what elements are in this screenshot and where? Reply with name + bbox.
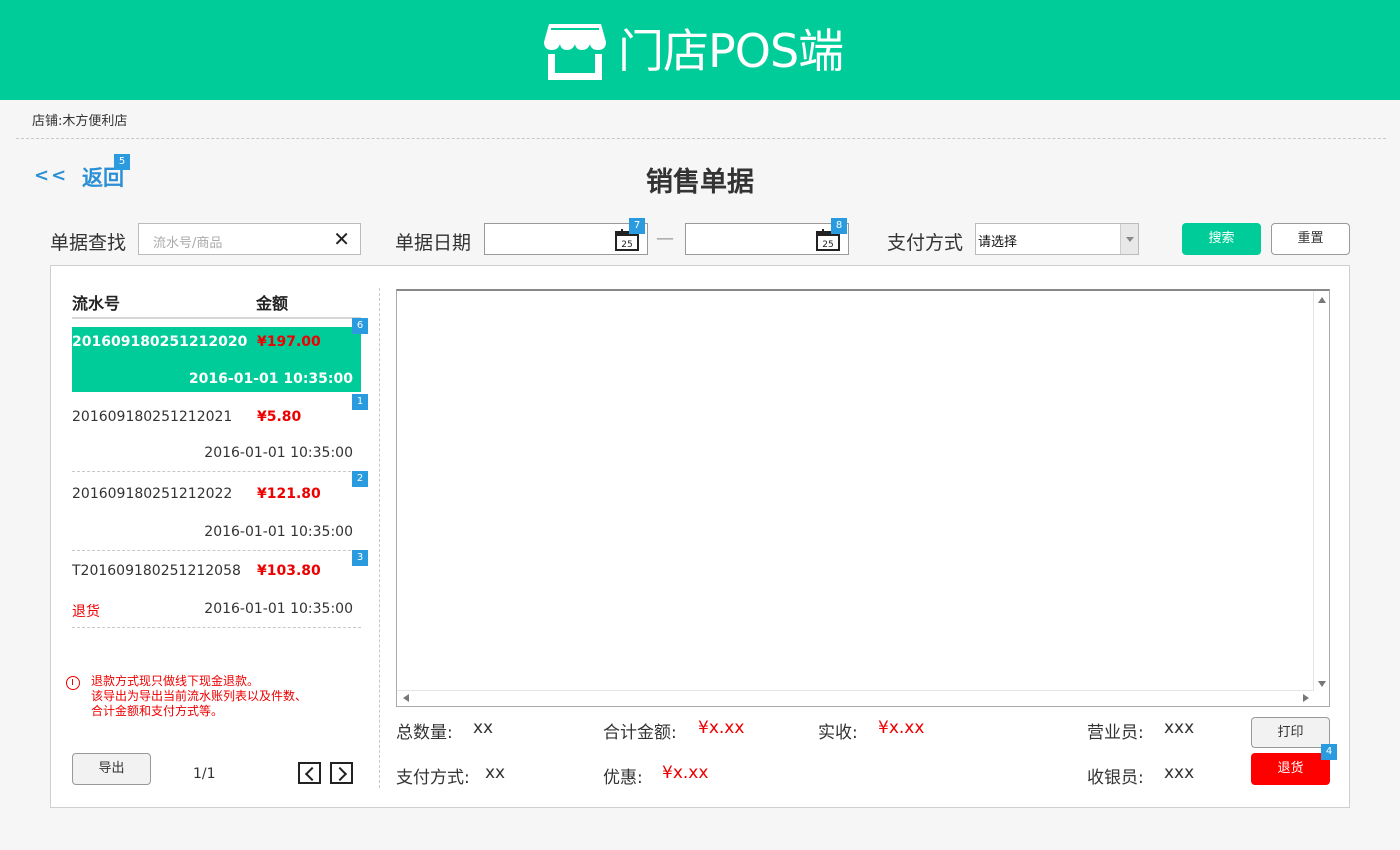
payment-select[interactable]: 请选择: [975, 223, 1139, 255]
scroll-left-icon[interactable]: [403, 694, 409, 702]
list-item[interactable]: 201609180251212022 ¥121.80 2016-01-01 10…: [72, 477, 361, 547]
search-placeholder: 流水号/商品: [153, 236, 223, 251]
payment-method-value: xx: [485, 763, 506, 783]
annotation-badge: 4: [1321, 744, 1337, 760]
chevron-down-icon[interactable]: [1120, 224, 1138, 254]
cashier-label: 收银员:: [1087, 768, 1144, 788]
header-divider: [72, 317, 361, 319]
datetime: 2016-01-01 10:35:00: [204, 445, 353, 461]
svg-text:25: 25: [822, 240, 833, 250]
total-amount-value: ¥x.xx: [698, 718, 745, 738]
scroll-right-icon[interactable]: [1303, 694, 1309, 702]
annotation-badge: 1: [352, 394, 368, 410]
row-divider: [72, 550, 361, 551]
print-button[interactable]: 打印: [1251, 717, 1330, 748]
amount: ¥121.80: [257, 486, 321, 502]
amount: ¥5.80: [257, 409, 302, 425]
annotation-badge: 7: [629, 218, 645, 234]
annotation-badge: 6: [352, 318, 368, 334]
store-info: 店铺:木方便利店: [32, 110, 127, 129]
row-divider: [72, 471, 361, 472]
store-name: 木方便利店: [62, 114, 128, 129]
date-separator: —: [656, 228, 674, 249]
annotation-badge: 8: [831, 218, 847, 234]
scroll-down-icon[interactable]: [1318, 681, 1326, 687]
serial-number: 201609180251212021: [72, 409, 233, 425]
payment-method-label: 支付方式:: [396, 768, 470, 788]
payment-select-value: 请选择: [978, 235, 1018, 250]
scroll-up-icon[interactable]: [1318, 297, 1326, 303]
notice-line: 退款方式现只做线下现金退款。: [91, 674, 260, 688]
serial-number: 201609180251212020: [72, 334, 248, 350]
annotation-badge: 5: [114, 154, 130, 170]
list-item[interactable]: 201609180251212021 ¥5.80 2016-01-01 10:3…: [72, 400, 361, 470]
datetime: 2016-01-01 10:35:00: [188, 371, 353, 387]
order-detail-area[interactable]: [396, 289, 1330, 707]
export-button[interactable]: 导出: [72, 753, 151, 785]
app-header: 门店POS端: [0, 0, 1400, 100]
received-label: 实收:: [818, 723, 858, 743]
amount: ¥197.00: [257, 334, 321, 350]
discount-value: ¥x.xx: [662, 763, 709, 783]
row-divider: [72, 627, 361, 628]
info-icon: [66, 676, 80, 690]
back-arrow-icon[interactable]: <<: [34, 165, 68, 186]
date-start-field[interactable]: 25: [484, 223, 648, 255]
received-value: ¥x.xx: [878, 718, 925, 738]
annotation-badge: 2: [352, 471, 368, 487]
page-indicator: 1/1: [193, 766, 216, 782]
total-amount-label: 合计金额:: [603, 723, 677, 743]
discount-label: 优惠:: [603, 768, 643, 788]
divider: [16, 138, 1386, 139]
panel-divider: [379, 288, 380, 788]
search-button[interactable]: 搜索: [1182, 223, 1261, 255]
total-qty-value: xx: [473, 718, 494, 738]
serial-number: T201609180251212058: [72, 563, 241, 579]
prev-page-icon[interactable]: [298, 762, 321, 784]
next-page-icon[interactable]: [330, 762, 353, 784]
clear-icon[interactable]: ✕: [333, 227, 350, 251]
cashier-value: xxx: [1164, 763, 1195, 783]
search-label: 单据查找: [50, 232, 127, 254]
serial-number: 201609180251212022: [72, 486, 233, 502]
date-end-field[interactable]: 25: [685, 223, 849, 255]
notice-line: 该导出为导出当前流水账列表以及件数、: [91, 689, 308, 703]
page-title: 销售单据: [646, 167, 754, 198]
amount-header: 金额: [256, 294, 289, 313]
vertical-scrollbar[interactable]: [1313, 291, 1329, 691]
reset-button[interactable]: 重置: [1271, 223, 1350, 255]
datetime: 2016-01-01 10:35:00: [204, 601, 353, 617]
app-title: 门店POS端: [618, 24, 844, 78]
total-qty-label: 总数量:: [396, 723, 453, 743]
datetime: 2016-01-01 10:35:00: [204, 524, 353, 540]
list-item[interactable]: T201609180251212058 ¥103.80 退货 2016-01-0…: [72, 555, 361, 625]
list-item[interactable]: 201609180251212020 ¥197.00 2016-01-01 10…: [72, 327, 361, 392]
serial-header: 流水号: [72, 294, 121, 313]
amount: ¥103.80: [257, 563, 321, 579]
store-label: 店铺:: [32, 114, 63, 129]
return-button[interactable]: 退货: [1251, 753, 1330, 785]
salesperson-value: xxx: [1164, 718, 1195, 738]
date-label: 单据日期: [395, 232, 472, 254]
horizontal-scrollbar[interactable]: [397, 690, 1313, 706]
notice-line: 合计金额和支付方式等。: [91, 704, 224, 718]
return-status: 退货: [72, 604, 100, 620]
payment-label: 支付方式: [887, 232, 964, 254]
svg-text:25: 25: [621, 240, 632, 250]
salesperson-label: 营业员:: [1087, 723, 1144, 743]
annotation-badge: 3: [352, 550, 368, 566]
store-icon: [544, 24, 606, 80]
search-input[interactable]: 流水号/商品 ✕: [138, 223, 361, 255]
